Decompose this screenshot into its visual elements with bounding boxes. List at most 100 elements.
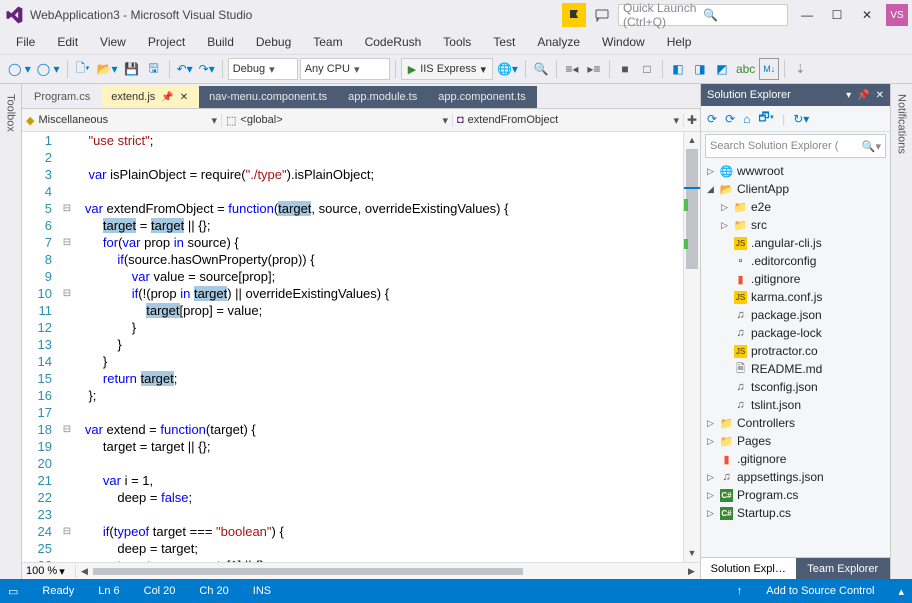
sync-icon[interactable]: ⟳ [707,112,717,126]
scroll-up-icon[interactable]: ▲ [684,132,700,149]
menu-analyze[interactable]: Analyze [527,33,590,51]
tree-node-package-json[interactable]: ♫package.json [701,306,890,324]
quick-launch-input[interactable]: Quick Launch (Ctrl+Q) 🔍 [618,4,788,26]
tree-node-wwwroot[interactable]: ▷🌐wwwroot [701,162,890,180]
tree-node-src[interactable]: ▷📁src [701,216,890,234]
tree-node-karma-conf-js[interactable]: JSkarma.conf.js [701,288,890,306]
minimize-button[interactable]: — [792,3,822,27]
member-combo[interactable]: ◘ extendFromObject▾ [453,114,684,127]
pin-icon[interactable]: 📌 [857,90,869,101]
menu-window[interactable]: Window [592,33,655,51]
scope-combo[interactable]: ◆ Miscellaneous▾ [22,114,222,127]
menu-help[interactable]: Help [657,33,702,51]
run-button[interactable]: ▶IIS Express▾ [401,58,493,80]
menu-build[interactable]: Build [197,33,244,51]
tree-node-Pages[interactable]: ▷📁Pages [701,432,890,450]
menu-tools[interactable]: Tools [433,33,481,51]
tree-node--gitignore[interactable]: ▮.gitignore [701,450,890,468]
close-icon[interactable]: ✕ [876,90,884,101]
tree-node--gitignore[interactable]: ▮.gitignore [701,270,890,288]
split-button[interactable]: ✚ [684,113,700,127]
home-icon[interactable]: ⌂ [743,112,750,126]
zoom-combo[interactable]: 100 %▾ [22,565,76,578]
doc-tab-app-module-ts[interactable]: app.module.ts [338,86,428,108]
tree-node-package-lock[interactable]: ♫package-lock [701,324,890,342]
scroll-down-icon[interactable]: ▼ [684,545,700,562]
menu-file[interactable]: File [6,33,45,51]
tree-node-tslint-json[interactable]: ♫tslint.json [701,396,890,414]
redo-button[interactable]: ↷▾ [197,58,217,80]
toolbar-ext-c[interactable]: ◩ [712,58,732,80]
status-output-icon[interactable]: ▭ [8,585,18,598]
save-all-button[interactable]: 🖫 [144,58,164,80]
toolbar-ext-b[interactable]: ◨ [690,58,710,80]
tree-node-appsettings-json[interactable]: ▷♫appsettings.json [701,468,890,486]
vs-account-badge[interactable]: VS [886,4,908,26]
nav-back-button[interactable]: ◯ ▾ [6,58,33,80]
menu-debug[interactable]: Debug [246,33,301,51]
solution-explorer-title[interactable]: Solution Explorer ▾📌✕ [701,84,890,106]
menu-team[interactable]: Team [303,33,352,51]
doc-tab-app-component-ts[interactable]: app.component.ts [428,86,536,108]
pin-icon[interactable]: 📌 [161,92,173,103]
doc-tab-extend-js[interactable]: extend.js 📌 ✕ [101,86,199,108]
code-content[interactable]: "use strict"; var isPlainObject = requir… [74,132,683,562]
outline-margin[interactable]: ⊟⊟⊟⊟⊟ [60,132,74,562]
toolbar-ext-a[interactable]: ◧ [668,58,688,80]
toolbar-overflow-button[interactable]: ⇣ [790,58,810,80]
tree-node-protractor-co[interactable]: JSprotractor.co [701,342,890,360]
doc-tab-Program-cs[interactable]: Program.cs [24,86,101,108]
object-combo[interactable]: ⬚ <global>▾ [222,114,453,127]
menu-coderush[interactable]: CodeRush [355,33,432,51]
panel-menu-icon[interactable]: ▾ [846,90,851,101]
refresh-icon[interactable]: ↻▾ [793,112,809,126]
scm-up-icon[interactable]: ↑ [737,585,743,597]
menu-test[interactable]: Test [483,33,525,51]
tree-node-ClientApp[interactable]: ◢📂ClientApp [701,180,890,198]
tree-node-tsconfig-json[interactable]: ♫tsconfig.json [701,378,890,396]
close-button[interactable]: ✕ [852,3,882,27]
undo-button[interactable]: ↶▾ [175,58,195,80]
find-button[interactable]: 🔍 [531,58,551,80]
menu-project[interactable]: Project [138,33,195,51]
solution-tree[interactable]: ▷🌐wwwroot◢📂ClientApp▷📁e2e▷📁srcJS.angular… [701,160,890,557]
status-scm[interactable]: Add to Source Control [766,585,874,597]
horizontal-scrollbar[interactable]: ◀▶ [76,566,700,577]
tree-node--editorconfig[interactable]: ▫.editorconfig [701,252,890,270]
sync2-icon[interactable]: ⟳ [725,112,735,126]
solution-search-input[interactable]: Search Solution Explorer ( 🔍 ▾ [705,134,886,158]
tree-node-Controllers[interactable]: ▷📁Controllers [701,414,890,432]
view-icon[interactable]: 🗗▾ [758,108,774,129]
browser-button[interactable]: 🌐▾ [495,58,520,80]
config-combo[interactable]: Debug▾ [228,58,298,80]
toolbar-ext-d[interactable]: abc [734,58,757,80]
save-button[interactable]: 💾 [122,58,142,80]
comment-button[interactable]: ■ [615,58,635,80]
menu-view[interactable]: View [90,33,136,51]
platform-combo[interactable]: Any CPU▾ [300,58,390,80]
feedback-icon[interactable] [590,3,614,27]
tree-node-Startup-cs[interactable]: ▷C#Startup.cs [701,504,890,522]
nav-forward-button[interactable]: ◯ ▾ [35,58,62,80]
vertical-scrollbar[interactable]: ▲ ▼ [683,132,700,562]
tree-node--angular-cli-js[interactable]: JS.angular-cli.js [701,234,890,252]
tree-node-README-md[interactable]: 🗎README.md [701,360,890,378]
close-icon[interactable]: ✕ [180,92,188,103]
tree-node-Program-cs[interactable]: ▷C#Program.cs [701,486,890,504]
doc-tab-nav-menu-component-ts[interactable]: nav-menu.component.ts [199,86,338,108]
indent-more-button[interactable]: ▸≡ [584,58,604,80]
notifications-tab[interactable]: Notifications [894,88,910,160]
tree-node-e2e[interactable]: ▷📁e2e [701,198,890,216]
toolbox-tab[interactable]: Toolbox [3,88,19,138]
uncomment-button[interactable]: □ [637,58,657,80]
code-editor[interactable]: 1234567891011121314151617181920212223242… [22,132,700,562]
solution-explorer-tab[interactable]: Solution Expl… [701,557,796,579]
toolbar-ext-e[interactable]: M↓ [759,58,779,80]
menu-edit[interactable]: Edit [47,33,88,51]
notification-flag-icon[interactable] [562,3,586,27]
indent-less-button[interactable]: ≡◂ [562,58,582,80]
open-file-button[interactable]: 📂▾ [95,58,120,80]
maximize-button[interactable]: ☐ [822,3,852,27]
new-project-button[interactable]: 🗋▾ [73,58,93,80]
team-explorer-tab[interactable]: Team Explorer [796,557,891,579]
